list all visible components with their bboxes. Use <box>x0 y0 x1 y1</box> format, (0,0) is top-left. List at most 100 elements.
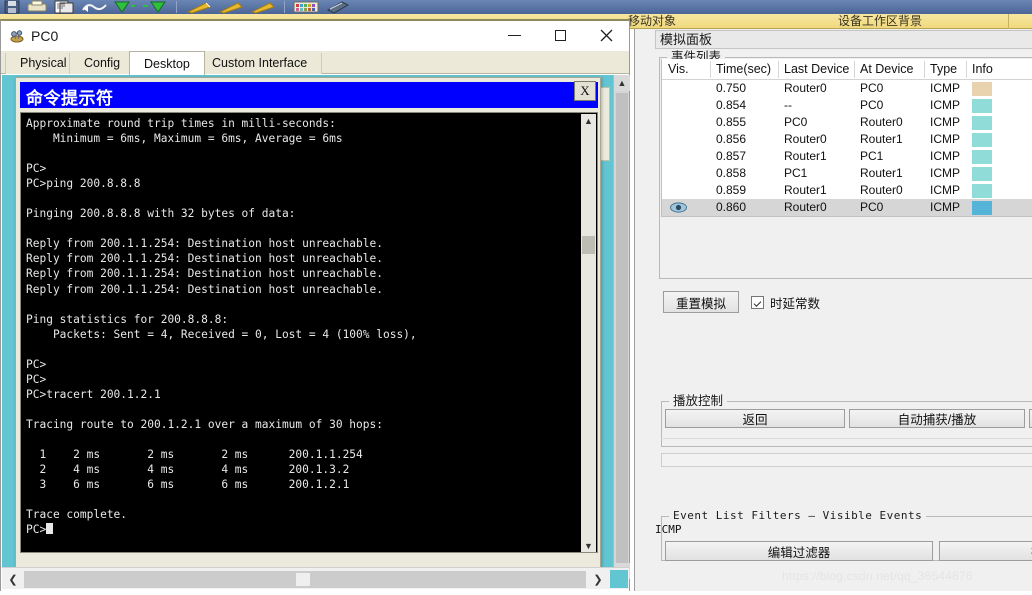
event-info-color-swatch[interactable] <box>972 184 992 198</box>
command-prompt-window: 命令提示符 X Approximate round trip times in … <box>15 77 601 573</box>
event-type: ICMP <box>930 200 960 214</box>
simulation-panel: 模拟面板 事件列表 Vis. Time(sec) Last Device At … <box>634 29 1032 595</box>
scroll-up-icon[interactable]: ▲ <box>614 75 630 91</box>
event-info-color-swatch[interactable] <box>972 167 992 181</box>
event-last-device: Router0 <box>784 81 827 95</box>
print-icon[interactable] <box>26 0 48 14</box>
constant-delay-label: 时延常数 <box>770 296 821 311</box>
minimize-button[interactable] <box>491 21 537 50</box>
zoom-out-icon[interactable] <box>142 0 168 14</box>
horizontal-scrollbar-thumb[interactable] <box>296 573 310 586</box>
scroll-left-icon[interactable]: ❮ <box>4 570 22 588</box>
command-prompt-footer <box>20 554 598 568</box>
terminal-scroll-up-icon[interactable]: ▲ <box>581 114 596 128</box>
tab-custom-interface[interactable]: Custom Interface <box>197 53 323 74</box>
zoom-in-icon[interactable] <box>112 0 136 14</box>
event-type: ICMP <box>930 81 960 95</box>
event-type: ICMP <box>930 115 960 129</box>
back-button[interactable]: 返回 <box>665 409 845 428</box>
event-last-device: Router0 <box>784 132 827 146</box>
event-last-device: Router1 <box>784 183 827 197</box>
pencil-icon-3[interactable] <box>250 0 278 14</box>
pencil-icon-2[interactable] <box>218 0 246 14</box>
event-row[interactable]: 0.856 Router0 Router1 ICMP <box>662 131 1032 148</box>
reset-simulation-button[interactable]: 重置模拟 <box>663 291 739 313</box>
event-time: 0.750 <box>716 81 747 95</box>
event-time: 0.857 <box>716 149 747 163</box>
pc0-window: PC0 Physical Config Desktop Custom Inter… <box>0 19 630 595</box>
column-header-time[interactable]: Time(sec) <box>716 61 774 78</box>
event-info-color-swatch[interactable] <box>972 82 992 96</box>
event-list[interactable]: Vis. Time(sec) Last Device At Device Typ… <box>661 59 1032 277</box>
speed-slider-upper-track[interactable] <box>661 438 1032 446</box>
close-button[interactable] <box>583 21 629 50</box>
event-at-device: PC0 <box>860 81 884 95</box>
yellow-bar-divider <box>1008 14 1009 29</box>
event-info-color-swatch[interactable] <box>972 201 992 215</box>
pc0-horizontal-scrollbar[interactable]: ❮ ❯ <box>2 567 629 589</box>
column-header-type[interactable]: Type <box>930 61 974 78</box>
event-list-filters-legend: Event List Filters – Visible Events <box>669 509 927 523</box>
event-last-device: Router0 <box>784 200 827 214</box>
event-at-device: Router0 <box>860 115 903 129</box>
copy-icon[interactable] <box>54 0 76 14</box>
palette-icon[interactable] <box>292 0 320 14</box>
pc-device-icon <box>10 30 24 43</box>
event-info-color-swatch[interactable] <box>972 133 992 147</box>
column-header-at-device[interactable]: At Device <box>860 61 922 78</box>
event-last-device: PC0 <box>784 115 808 129</box>
event-type: ICMP <box>930 183 960 197</box>
terminal-body[interactable]: Approximate round trip times in milli-se… <box>20 112 598 553</box>
column-header-last-device[interactable]: Last Device <box>784 61 850 78</box>
maximize-button[interactable] <box>537 21 583 50</box>
event-time: 0.858 <box>716 166 747 180</box>
event-row[interactable]: 0.750 Router0 PC0 ICMP <box>662 80 1032 97</box>
auto-capture-play-button[interactable]: 自动捕获/播放 <box>849 409 1025 428</box>
desktop-vertical-scrollbar[interactable]: ▲ ▼ <box>613 75 630 579</box>
event-info-color-swatch[interactable] <box>972 116 992 130</box>
event-time: 0.860 <box>716 200 747 214</box>
event-row[interactable]: 0.855 PC0 Router0 ICMP <box>662 114 1032 131</box>
column-header-info[interactable]: Info <box>972 61 993 78</box>
eye-icon[interactable] <box>670 202 687 213</box>
scrollbar-thumb[interactable] <box>616 93 628 563</box>
constant-delay-checkbox-wrap[interactable]: 时延常数 <box>751 292 820 312</box>
event-row[interactable]: 0.858 PC1 Router1 ICMP <box>662 165 1032 182</box>
edit-filters-button[interactable]: 编辑过滤器 <box>665 541 933 561</box>
event-type: ICMP <box>930 166 960 180</box>
terminal-scrollbar[interactable]: ▲ ▼ <box>581 114 596 552</box>
pc0-title-bar[interactable]: PC0 <box>1 21 629 51</box>
scroll-right-icon[interactable]: ❯ <box>589 570 607 588</box>
tab-desktop[interactable]: Desktop <box>129 51 205 75</box>
constant-delay-checkbox[interactable] <box>751 295 764 309</box>
event-row[interactable]: 0.854 -- PC0 ICMP <box>662 97 1032 114</box>
app-toolbar[interactable] <box>0 0 1032 14</box>
event-time: 0.859 <box>716 183 747 197</box>
terminal-scrollbar-thumb[interactable] <box>582 236 595 254</box>
event-table: Vis. Time(sec) Last Device At Device Typ… <box>661 59 1032 217</box>
event-row[interactable]: 0.857 Router1 PC1 ICMP <box>662 148 1032 165</box>
undo-icon[interactable] <box>82 0 108 14</box>
event-rows-container: 0.750 Router0 PC0 ICMP 0.854 -- PC0 ICMP 0.855 PC… <box>662 80 1032 216</box>
command-prompt-title-bar[interactable]: 命令提示符 <box>20 82 598 109</box>
save-icon[interactable] <box>4 0 20 14</box>
tab-config[interactable]: Config <box>69 53 136 74</box>
terminal-scroll-down-icon[interactable]: ▼ <box>581 539 596 552</box>
event-info-color-swatch[interactable] <box>972 150 992 164</box>
horizontal-scroll-track[interactable] <box>24 571 586 588</box>
event-row[interactable]: 0.860 Router0 PC0 ICMP <box>662 199 1032 216</box>
event-info-color-swatch[interactable] <box>972 99 992 113</box>
watermark: https://blog.csdn.net/qq_36544876 <box>782 569 973 583</box>
pencil-icon[interactable] <box>186 0 214 14</box>
show-all-button[interactable]: Sh <box>939 541 1032 561</box>
device-icon[interactable] <box>326 0 350 14</box>
speed-slider[interactable] <box>661 453 1032 467</box>
visible-events-value: ICMP <box>655 523 682 536</box>
workspace-background-label[interactable]: 设备工作区背景 <box>838 14 922 29</box>
event-time: 0.855 <box>716 115 747 129</box>
event-type: ICMP <box>930 149 960 163</box>
column-header-vis[interactable]: Vis. <box>668 61 704 78</box>
move-object-label[interactable]: 移动对象 <box>628 14 676 29</box>
command-prompt-close-button[interactable]: X <box>574 81 596 101</box>
event-row[interactable]: 0.859 Router1 Router0 ICMP <box>662 182 1032 199</box>
